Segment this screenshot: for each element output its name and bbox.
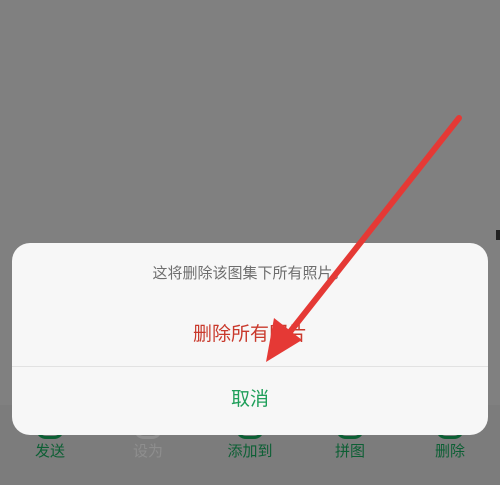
screen: 发送 设为 添加到 拼图 删除 这将删除该图集下所有照片。 删除所有照片 取消 — [0, 0, 500, 485]
toolbar-delete-label: 删除 — [434, 442, 465, 460]
cancel-button[interactable]: 取消 — [12, 367, 488, 435]
toolbar-send-label: 发送 — [34, 442, 65, 460]
toolbar-collage-label: 拼图 — [334, 442, 365, 460]
edge-indicator — [496, 230, 500, 240]
delete-all-photos-button[interactable]: 删除所有照片 — [12, 303, 488, 365]
toolbar-add-to-label: 添加到 — [227, 442, 273, 460]
toolbar-set-as-label: 设为 — [132, 442, 163, 460]
delete-confirmation-sheet: 这将删除该图集下所有照片。 删除所有照片 取消 — [12, 243, 488, 435]
dialog-message: 这将删除该图集下所有照片。 — [152, 264, 348, 282]
